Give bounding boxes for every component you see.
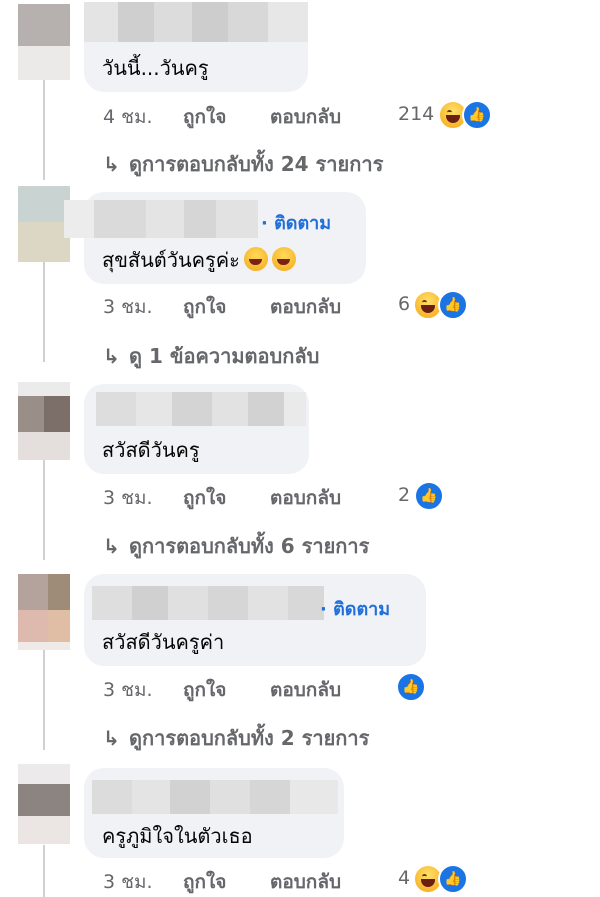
blurred-author-name[interactable] bbox=[92, 780, 338, 814]
view-replies-link[interactable]: ↳ ดู 1 ข้อความตอบกลับ bbox=[103, 340, 319, 372]
blurred-author-name[interactable] bbox=[64, 200, 258, 238]
timestamp[interactable]: 4 ชม. bbox=[103, 102, 153, 132]
comment-bubble: ครูภูมิใจในตัวเธอ bbox=[84, 768, 344, 858]
thread-line bbox=[43, 460, 45, 560]
reply-arrow-icon: ↳ bbox=[103, 726, 120, 750]
reaction-count: 6 bbox=[398, 293, 411, 315]
comment-text: วันนี้...วันครู bbox=[102, 56, 209, 80]
comment-bubble: วันนี้...วันครู bbox=[84, 2, 308, 92]
view-replies-link[interactable]: ↳ ดูการตอบกลับทั้ง 2 รายการ bbox=[103, 722, 369, 754]
reply-button[interactable]: ตอบกลับ bbox=[270, 867, 341, 897]
comment-bubble: สวัสดีวันครู bbox=[84, 384, 309, 474]
reaction-summary[interactable]: 4 👍 bbox=[398, 864, 478, 894]
comment-text: สวัสดีวันครู bbox=[102, 438, 200, 462]
comment-text: สวัสดีวันครูค่า bbox=[102, 630, 225, 654]
rofl-emoji bbox=[271, 247, 296, 271]
view-replies-link[interactable]: ↳ ดูการตอบกลับทั้ง 24 รายการ bbox=[103, 148, 383, 180]
thread-line bbox=[43, 262, 45, 362]
reply-button[interactable]: ตอบกลับ bbox=[270, 483, 341, 513]
reply-arrow-icon: ↳ bbox=[103, 534, 120, 558]
reply-button[interactable]: ตอบกลับ bbox=[270, 292, 341, 322]
like-icon: 👍 bbox=[462, 100, 492, 130]
like-icon: 👍 bbox=[414, 481, 444, 511]
like-button[interactable]: ถูกใจ bbox=[183, 867, 226, 897]
follow-button[interactable]: · ติดตาม bbox=[320, 594, 390, 623]
reply-button[interactable]: ตอบกลับ bbox=[270, 675, 341, 705]
reply-arrow-icon: ↳ bbox=[103, 344, 120, 368]
comment-bubble: · ติดตาม สุขสันต์วันครูค่ะ bbox=[64, 192, 366, 284]
reaction-count: 4 bbox=[398, 867, 411, 889]
like-icon: 👍 bbox=[438, 864, 468, 894]
reaction-summary[interactable]: 👍 bbox=[396, 672, 436, 702]
reaction-summary[interactable]: 6 👍 bbox=[398, 290, 478, 320]
view-replies-link[interactable]: ↳ ดูการตอบกลับทั้ง 6 รายการ bbox=[103, 530, 369, 562]
avatar[interactable] bbox=[18, 4, 70, 80]
timestamp[interactable]: 3 ชม. bbox=[103, 867, 153, 897]
comment-bubble: · ติดตาม สวัสดีวันครูค่า bbox=[84, 574, 426, 666]
timestamp[interactable]: 3 ชม. bbox=[103, 292, 153, 322]
avatar[interactable] bbox=[18, 574, 70, 650]
like-icon: 👍 bbox=[396, 672, 426, 702]
rofl-emoji bbox=[243, 247, 268, 271]
timestamp[interactable]: 3 ชม. bbox=[103, 675, 153, 705]
like-icon: 👍 bbox=[438, 290, 468, 320]
avatar[interactable] bbox=[18, 764, 70, 844]
like-button[interactable]: ถูกใจ bbox=[183, 102, 226, 132]
avatar[interactable] bbox=[18, 186, 70, 262]
like-button[interactable]: ถูกใจ bbox=[183, 483, 226, 513]
thread-line bbox=[43, 845, 45, 897]
reaction-summary[interactable]: 2 👍 bbox=[398, 481, 458, 511]
follow-button[interactable]: · ติดตาม bbox=[261, 208, 331, 237]
thread-line bbox=[43, 80, 45, 180]
like-button[interactable]: ถูกใจ bbox=[183, 675, 226, 705]
timestamp[interactable]: 3 ชม. bbox=[103, 483, 153, 513]
thread-line bbox=[43, 650, 45, 750]
avatar[interactable] bbox=[18, 382, 70, 460]
reaction-count: 2 bbox=[398, 484, 411, 506]
blurred-author-name[interactable] bbox=[92, 586, 324, 620]
blurred-author-name[interactable] bbox=[84, 2, 308, 42]
blurred-author-name[interactable] bbox=[96, 392, 306, 426]
reply-button[interactable]: ตอบกลับ bbox=[270, 102, 341, 132]
comment-text: ครูภูมิใจในตัวเธอ bbox=[102, 824, 253, 848]
reaction-summary[interactable]: 214 👍 bbox=[398, 100, 498, 130]
comment-text: สุขสันต์วันครูค่ะ bbox=[102, 244, 296, 276]
like-button[interactable]: ถูกใจ bbox=[183, 292, 226, 322]
reply-arrow-icon: ↳ bbox=[103, 152, 120, 176]
reaction-count: 214 bbox=[398, 103, 435, 125]
